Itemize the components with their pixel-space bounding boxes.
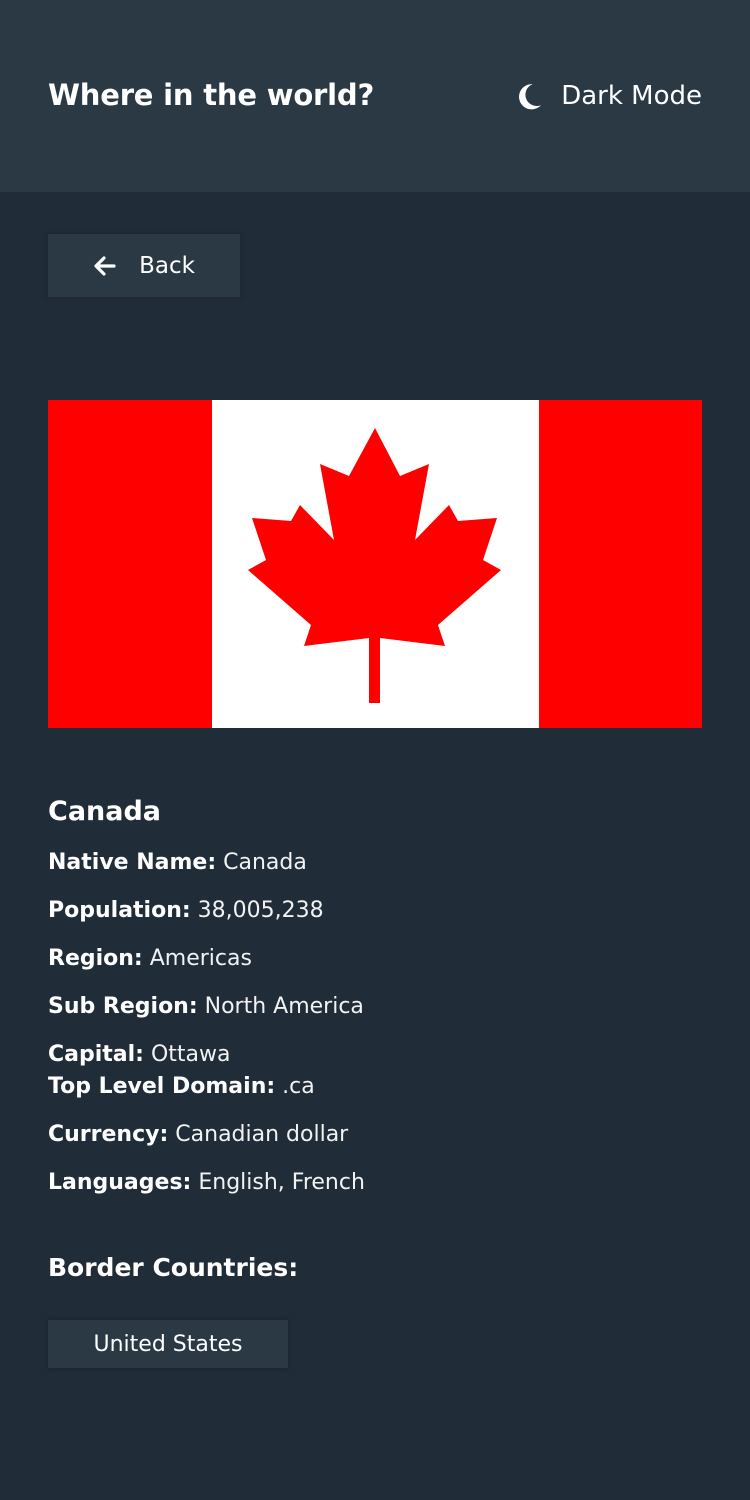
- country-name: Canada: [48, 796, 162, 827]
- detail-value: Americas: [149, 946, 252, 971]
- detail-value: English, French: [198, 1170, 365, 1195]
- detail-currency: Currency: Canadian dollar: [48, 1120, 348, 1150]
- arrow-left-icon: [94, 255, 116, 276]
- dark-mode-label: Dark Mode: [561, 81, 702, 111]
- detail-population: Population: 38,005,238: [48, 896, 324, 926]
- border-country-button[interactable]: United States: [48, 1320, 288, 1368]
- detail-value: .ca: [282, 1074, 315, 1099]
- detail-sub-region: Sub Region: North America: [48, 992, 364, 1022]
- detail-top-level-domain: Top Level Domain: .ca: [48, 1072, 315, 1102]
- detail-native-name: Native Name: Canada: [48, 848, 307, 878]
- detail-label: Sub Region:: [48, 994, 198, 1019]
- detail-label: Currency:: [48, 1122, 169, 1147]
- detail-capital: Capital: Ottawa: [48, 1040, 231, 1070]
- detail-value: North America: [204, 994, 364, 1019]
- border-countries-heading: Border Countries:: [48, 1253, 299, 1282]
- detail-region: Region: Americas: [48, 944, 252, 974]
- moon-icon: [519, 84, 542, 110]
- back-label: Back: [139, 252, 195, 279]
- dark-mode-toggle[interactable]: Dark Mode: [514, 78, 702, 114]
- detail-label: Native Name:: [48, 850, 217, 875]
- detail-label: Region:: [48, 946, 143, 971]
- detail-label: Languages:: [48, 1170, 192, 1195]
- detail-label: Population:: [48, 898, 191, 923]
- detail-languages: Languages: English, French: [48, 1168, 365, 1198]
- back-button[interactable]: Back: [48, 234, 240, 297]
- site-header: Where in the world? Dark Mode: [0, 0, 750, 192]
- detail-label: Capital:: [48, 1042, 144, 1067]
- detail-value: Ottawa: [150, 1042, 231, 1067]
- detail-value: 38,005,238: [197, 898, 324, 923]
- canada-flag: [48, 400, 702, 728]
- detail-label: Top Level Domain:: [48, 1074, 276, 1099]
- detail-value: Canadian dollar: [175, 1122, 349, 1147]
- site-title: Where in the world?: [48, 78, 375, 112]
- detail-value: Canada: [223, 850, 307, 875]
